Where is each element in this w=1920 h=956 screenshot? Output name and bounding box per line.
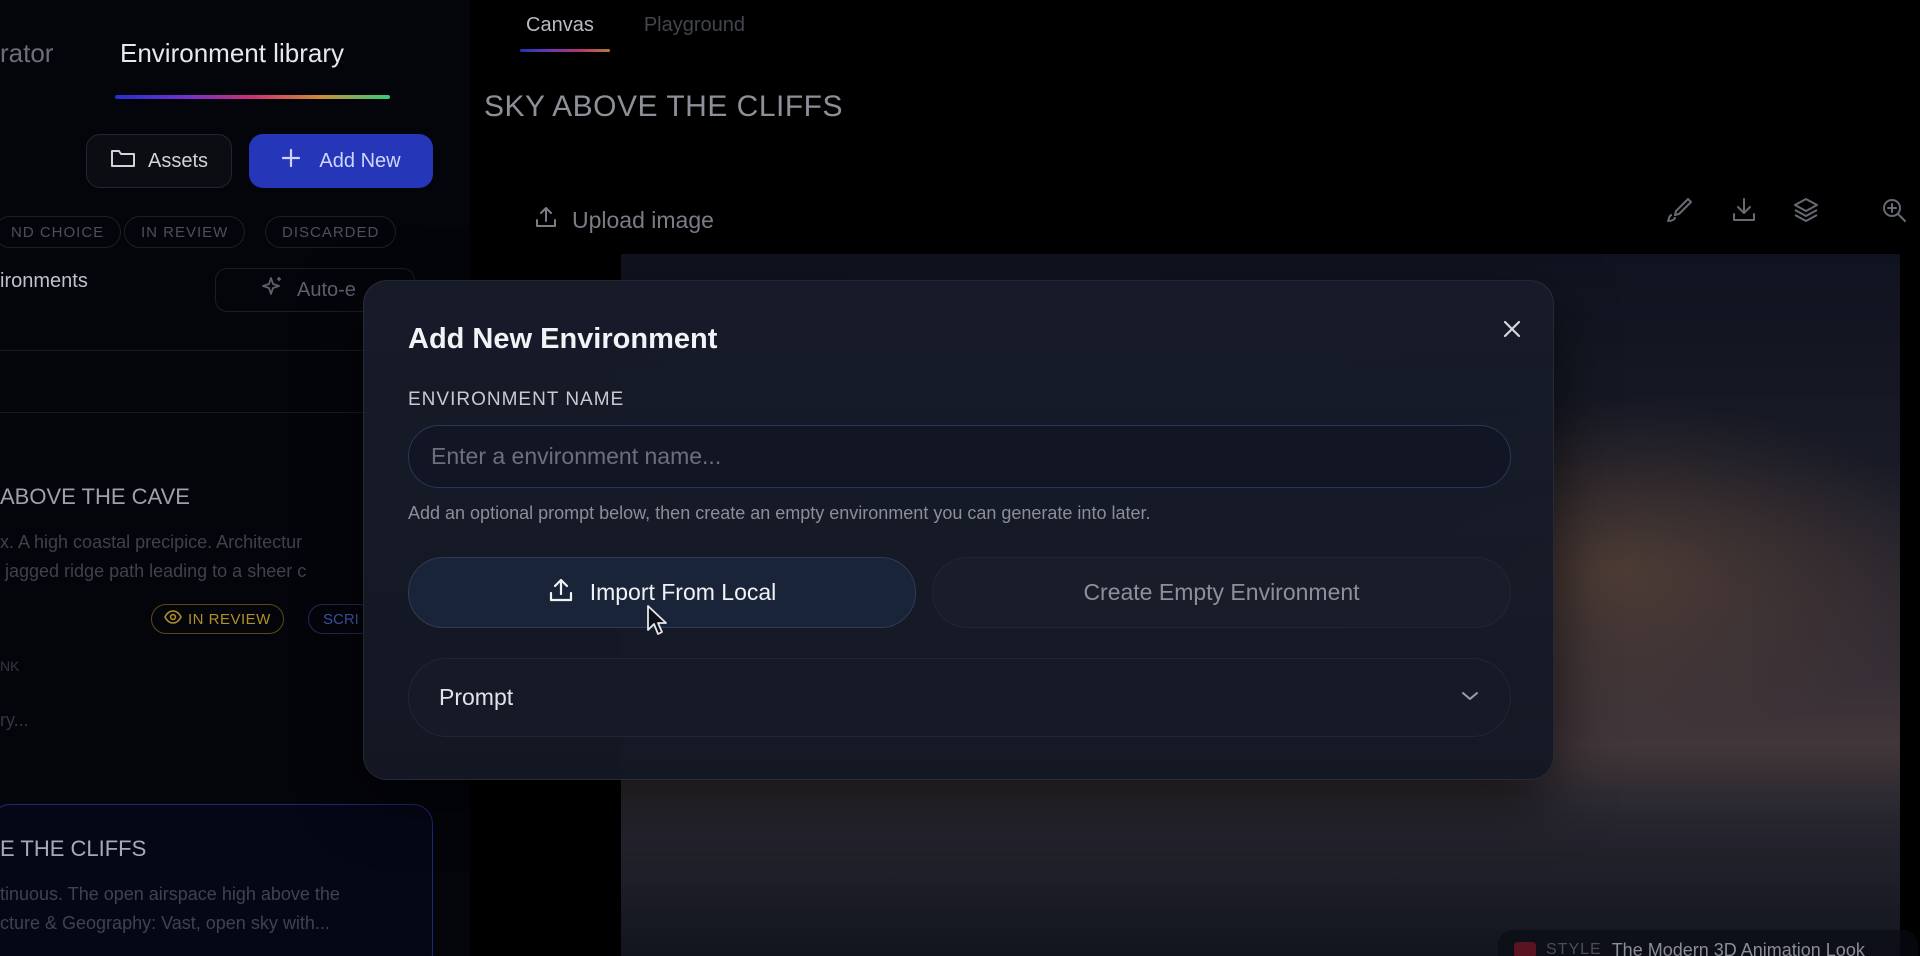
status-badge-in-review: IN REVIEW <box>151 604 284 634</box>
filter-chip-in-review[interactable]: IN REVIEW <box>124 216 246 248</box>
tab-canvas[interactable]: Canvas <box>526 14 594 37</box>
folder-icon <box>110 147 136 175</box>
upload-image-button[interactable]: Upload image <box>534 205 714 235</box>
assets-label: Assets <box>147 149 209 172</box>
add-new-button[interactable]: Add New <box>249 134 433 188</box>
upload-icon <box>534 205 558 235</box>
close-icon <box>1501 318 1523 345</box>
sparkle-icon <box>261 275 285 305</box>
card-meta: ry... <box>0 710 29 730</box>
filter-chip-choice[interactable]: ND CHOICE <box>0 216 122 248</box>
active-tab-underline <box>115 95 390 99</box>
prompt-label: Prompt <box>439 684 514 710</box>
create-empty-environment-label: Create Empty Environment <box>1083 579 1360 605</box>
chevron-down-icon <box>1460 689 1480 707</box>
filter-chip-discarded[interactable]: DISCARDED <box>265 216 397 248</box>
environments-label: ironments <box>0 270 88 292</box>
main-tabs: Canvas Playground <box>526 14 745 37</box>
card-description: x. A high coastal precipice. Architectur… <box>0 532 307 581</box>
download-icon[interactable] <box>1730 196 1758 224</box>
card-description: tinuous. The open airspace high above th… <box>0 884 340 933</box>
tab-playground[interactable]: Playground <box>644 14 745 37</box>
tab-environment-library[interactable]: Environment library <box>120 38 344 69</box>
auto-label: Auto-e <box>297 278 356 301</box>
add-environment-modal: Add New Environment ENVIRONMENT NAME Add… <box>363 280 1554 780</box>
prompt-dropdown[interactable]: Prompt <box>408 658 1511 737</box>
plus-icon <box>281 148 301 174</box>
divider <box>0 412 420 413</box>
eye-icon <box>164 610 182 628</box>
brush-icon[interactable] <box>1666 196 1694 224</box>
add-new-label: Add New <box>319 149 401 172</box>
close-button[interactable] <box>1494 313 1530 349</box>
create-empty-environment-button[interactable]: Create Empty Environment <box>932 557 1511 628</box>
card-title: E THE CLIFFS <box>0 836 147 861</box>
upload-image-label: Upload image <box>572 206 714 233</box>
badge-label: IN REVIEW <box>188 610 271 628</box>
style-value: The Modern 3D Animation Look <box>1611 939 1865 956</box>
upload-icon <box>548 577 574 609</box>
card-meta: NK <box>0 658 20 674</box>
style-label: STYLE <box>1546 941 1602 956</box>
page-title: SKY ABOVE THE CLIFFS <box>484 90 844 123</box>
style-tag: STYLE The Modern 3D Animation Look <box>1498 930 1918 956</box>
style-swatch <box>1514 942 1536 956</box>
card-title[interactable]: ABOVE THE CAVE <box>0 484 190 510</box>
layers-icon[interactable] <box>1792 196 1820 224</box>
hint-text: Add an optional prompt below, then creat… <box>408 503 1151 523</box>
environment-name-label: ENVIRONMENT NAME <box>408 389 625 410</box>
active-tab-underline <box>520 49 610 52</box>
zoom-in-icon[interactable] <box>1880 196 1908 224</box>
environment-name-input[interactable] <box>408 425 1511 488</box>
mouse-cursor-icon <box>646 604 668 638</box>
modal-title: Add New Environment <box>408 323 718 355</box>
assets-button[interactable]: Assets <box>86 134 232 188</box>
import-from-local-label: Import From Local <box>589 579 777 605</box>
divider <box>0 350 420 351</box>
tab-generator[interactable]: rator <box>0 38 53 69</box>
